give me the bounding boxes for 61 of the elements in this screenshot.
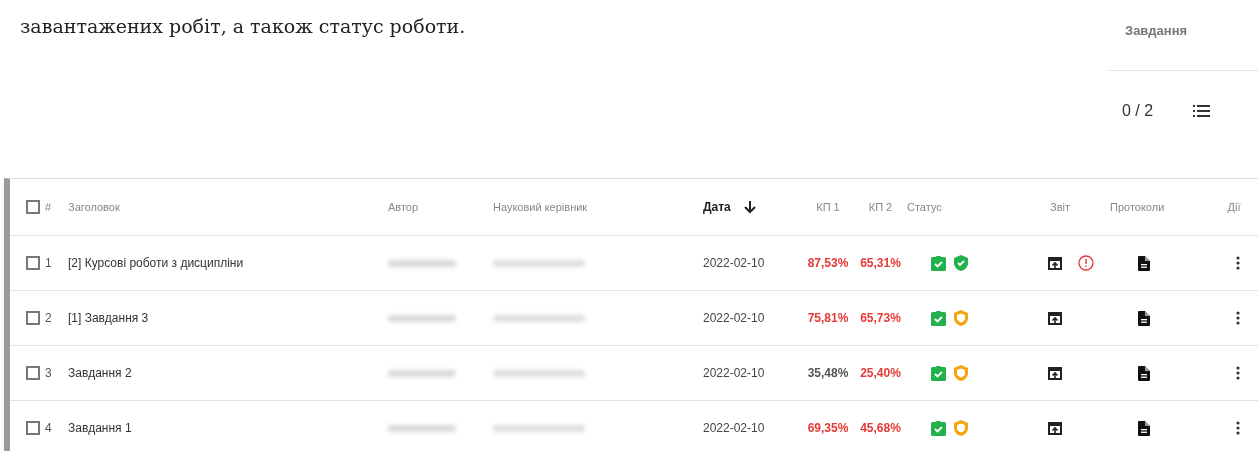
blurred-text (388, 259, 456, 267)
upload-icon[interactable] (1048, 256, 1062, 270)
list-icon[interactable] (1193, 104, 1211, 118)
percent-value: 35,48% (807, 365, 849, 382)
table-cell-text: [2] Курсові роботи з дисципліни (68, 255, 244, 272)
blurred-text (388, 369, 456, 377)
row-number: 3 (45, 365, 52, 382)
column-header: Дії (1227, 199, 1241, 215)
percent-value: 65,73% (860, 310, 901, 327)
document-icon[interactable] (1138, 255, 1150, 271)
row-number: 4 (45, 420, 52, 437)
column-header: КП 1 (816, 199, 840, 215)
table-cell-text: [1] Завдання 3 (68, 310, 149, 327)
sort-down-icon[interactable] (742, 200, 757, 214)
checkbox[interactable] (26, 200, 40, 214)
more-options-icon[interactable] (1236, 366, 1240, 380)
column-header: Статус (907, 199, 942, 215)
percent-value: 65,31% (860, 255, 901, 272)
percent-value: 75,81% (807, 310, 849, 327)
clipboard-check-icon (931, 255, 946, 271)
clipboard-check-icon (931, 420, 946, 436)
document-icon[interactable] (1138, 365, 1150, 381)
upload-icon[interactable] (1048, 421, 1062, 435)
blurred-text (388, 314, 456, 322)
table-cell-text: Завдання 2 (68, 365, 132, 382)
percent-value: 87,53% (807, 255, 849, 272)
column-header: Заголовок (68, 199, 120, 215)
table-cell-text: 2022-02-10 (703, 365, 765, 382)
clipboard-check-icon (931, 310, 946, 326)
checkbox[interactable] (26, 311, 40, 325)
table-cell-text: 2022-02-10 (703, 310, 765, 327)
panel-tab[interactable]: Завдання (1125, 23, 1188, 38)
more-options-icon[interactable] (1236, 256, 1240, 270)
document-icon[interactable] (1138, 310, 1150, 326)
checkbox[interactable] (26, 256, 40, 270)
column-number-header: # (45, 199, 52, 215)
column-header: Протоколи (1110, 199, 1165, 215)
clipboard-check-icon (931, 365, 946, 381)
column-header: Звіт (1050, 199, 1070, 215)
column-header: Автор (388, 199, 419, 215)
page-counter: 0 / 2 (1122, 101, 1154, 121)
column-header[interactable]: Дата (703, 198, 731, 216)
row-number: 2 (45, 310, 52, 327)
column-header: Науковий керівник (493, 199, 588, 215)
upload-icon[interactable] (1048, 311, 1062, 325)
table-cell-text: Завдання 1 (68, 420, 132, 437)
row-number: 1 (45, 255, 52, 272)
more-options-icon[interactable] (1236, 421, 1240, 435)
paragraph: завантажених робіт, а також статус роботи. (20, 14, 467, 39)
document-icon[interactable] (1138, 420, 1150, 436)
blurred-text (388, 424, 456, 432)
column-header: КП 2 (868, 199, 893, 215)
checkbox[interactable] (26, 366, 40, 380)
upload-icon[interactable] (1048, 366, 1062, 380)
table-cell-text: 2022-02-10 (703, 420, 765, 437)
percent-value: 25,40% (860, 365, 901, 382)
more-options-icon[interactable] (1236, 311, 1240, 325)
percent-value: 69,35% (807, 420, 849, 437)
checkbox[interactable] (26, 421, 40, 435)
percent-value: 45,68% (860, 420, 901, 437)
table-cell-text: 2022-02-10 (703, 255, 765, 272)
